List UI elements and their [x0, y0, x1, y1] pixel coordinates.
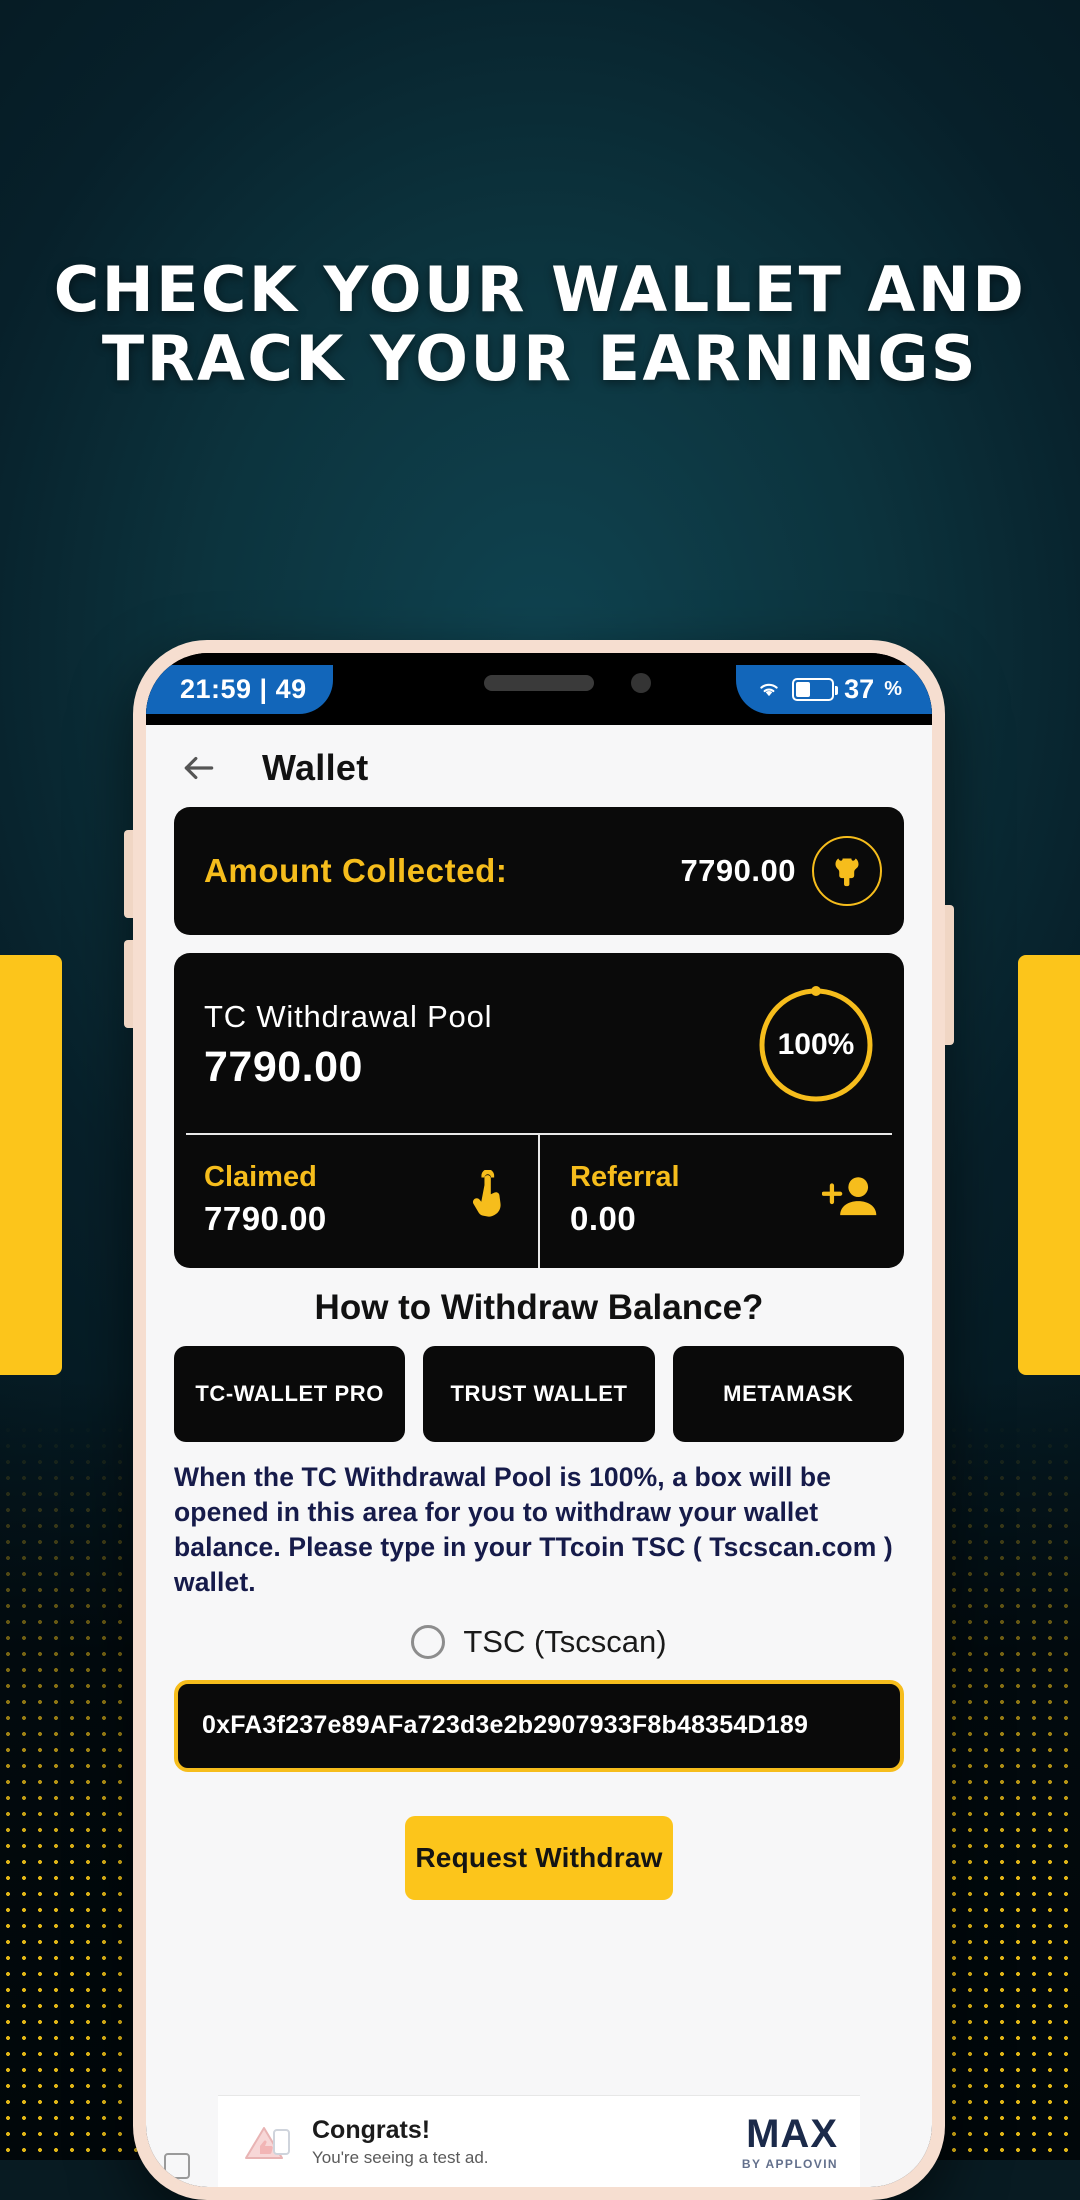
- amount-collected-value: 7790.00: [680, 853, 796, 888]
- status-time: 21:59 | 49: [146, 664, 333, 714]
- wallet-button-trust-wallet[interactable]: TRUST WALLET: [423, 1346, 655, 1442]
- yellow-bar-right: [1018, 955, 1080, 1375]
- phone-screen: 21:59 | 49 37% Wallet Amount Collected: …: [146, 653, 932, 2187]
- recents-button[interactable]: [164, 2153, 190, 2179]
- app-bar: Wallet: [146, 725, 932, 807]
- battery-icon: [792, 677, 839, 701]
- wifi-icon: [756, 674, 782, 705]
- status-bar: 21:59 | 49 37%: [146, 653, 932, 725]
- stat-referral: Referral 0.00: [538, 1135, 904, 1268]
- volume-up-button[interactable]: [124, 830, 133, 918]
- promo-headline: CHECK YOUR WALLET AND TRACK YOUR EARNING…: [0, 255, 1080, 394]
- referral-label: Referral: [570, 1161, 680, 1193]
- withdrawal-pool-card: TC Withdrawal Pool 7790.00 100% Claimed …: [174, 953, 904, 1268]
- ttcoin-icon: [812, 836, 882, 906]
- tap-hand-icon: [462, 1169, 512, 1229]
- wallet-options: TC-WALLET PRO TRUST WALLET METAMASK: [146, 1346, 932, 1442]
- withdraw-description: When the TC Withdrawal Pool is 100%, a b…: [174, 1462, 893, 1597]
- battery-percent: 37: [844, 673, 875, 704]
- power-button[interactable]: [945, 905, 954, 1045]
- pool-info: TC Withdrawal Pool 7790.00: [204, 999, 492, 1092]
- pool-stats: Claimed 7790.00 Referral 0.00: [174, 1135, 904, 1268]
- request-withdraw-button[interactable]: Request Withdraw: [405, 1815, 673, 1900]
- ad-brand: MAX BY APPLOVIN: [742, 2114, 838, 2170]
- status-indicators: 37%: [736, 664, 932, 714]
- pool-progress-text: 100%: [777, 1028, 855, 1061]
- ad-banner[interactable]: Congrats! You're seeing a test ad. MAX B…: [218, 2095, 860, 2187]
- add-person-icon: [821, 1174, 878, 1225]
- amount-collected-label: Amount Collected:: [204, 852, 508, 889]
- ad-brand-name: MAX: [746, 2111, 838, 2156]
- pool-header: TC Withdrawal Pool 7790.00 100%: [174, 953, 904, 1133]
- wallet-button-tc-wallet-pro[interactable]: TC-WALLET PRO: [174, 1346, 406, 1442]
- how-to-withdraw-title: How to Withdraw Balance?: [314, 1288, 764, 1327]
- amount-collected-card: Amount Collected: 7790.00: [174, 807, 904, 935]
- front-camera: [631, 673, 651, 693]
- notch-speaker: [484, 675, 594, 691]
- wallet-address-field[interactable]: 0xFA3f237e89AFa723d3e2b2907933F8b48354D1…: [174, 1679, 904, 1772]
- wallet-address-value[interactable]: 0xFA3f237e89AFa723d3e2b2907933F8b48354D1…: [202, 1711, 808, 1740]
- phone-mockup: 21:59 | 49 37% Wallet Amount Collected: …: [124, 640, 954, 2200]
- pool-progress-ring: 100%: [754, 983, 878, 1107]
- claimed-value: 7790.00: [204, 1200, 327, 1237]
- headline-line-1: CHECK YOUR WALLET AND: [53, 253, 1027, 326]
- ad-brand-sub: BY APPLOVIN: [741, 2156, 838, 2171]
- headline-line-2: TRACK YOUR EARNINGS: [101, 322, 979, 396]
- pool-label: TC Withdrawal Pool: [204, 998, 493, 1034]
- tsc-radio-label: TSC (Tscscan): [463, 1623, 667, 1659]
- back-arrow-icon[interactable]: [180, 749, 218, 787]
- wallet-button-metamask[interactable]: METAMASK: [672, 1346, 904, 1442]
- ad-title: Congrats!: [312, 2115, 431, 2144]
- wallet-screen: Wallet Amount Collected: 7790.00 TC With…: [146, 725, 932, 2187]
- tsc-radio-button[interactable]: [411, 1624, 446, 1659]
- percent-symbol: %: [884, 677, 902, 700]
- amount-collected-value-group: 7790.00: [680, 836, 882, 906]
- network-radio-row[interactable]: TSC (Tscscan): [146, 1624, 932, 1660]
- ad-subtitle: You're seeing a test ad.: [312, 2147, 489, 2167]
- yellow-bar-left: [0, 955, 62, 1375]
- volume-down-button[interactable]: [124, 940, 133, 1028]
- pool-value: 7790.00: [204, 1042, 363, 1091]
- stat-claimed: Claimed 7790.00: [174, 1135, 538, 1268]
- claimed-label: Claimed: [204, 1161, 317, 1193]
- page-title: Wallet: [262, 747, 369, 788]
- referral-value: 0.00: [570, 1200, 637, 1237]
